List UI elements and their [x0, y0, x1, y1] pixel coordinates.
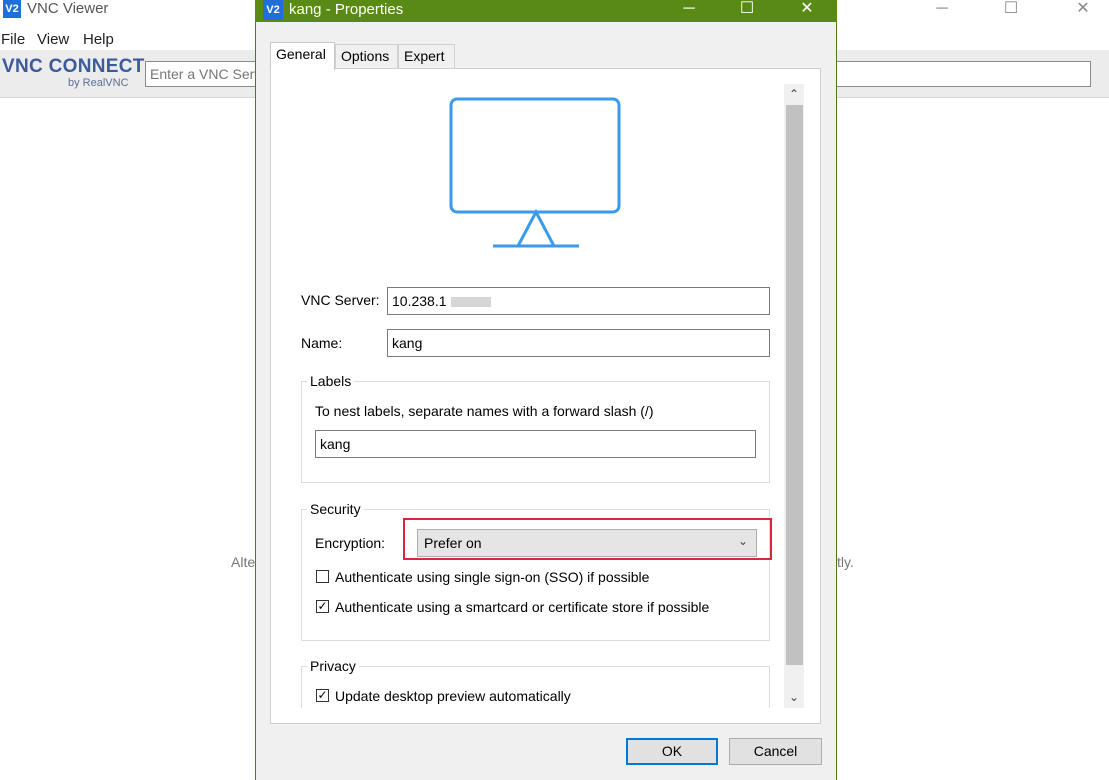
- name-label: Name:: [301, 335, 343, 351]
- annotation-highlight-box: [403, 518, 772, 560]
- name-field[interactable]: kang: [387, 329, 770, 357]
- update-preview-label[interactable]: Update desktop preview automatically: [335, 688, 571, 704]
- privacy-group-title: Privacy: [307, 658, 359, 674]
- tab-options[interactable]: Options: [335, 44, 398, 69]
- monitor-icon: [449, 97, 621, 248]
- maximize-icon[interactable]: ☐: [988, 0, 1034, 22]
- encryption-label: Encryption:: [315, 535, 386, 551]
- labels-field[interactable]: kang: [315, 430, 756, 458]
- ok-button[interactable]: OK: [626, 738, 718, 765]
- dialog-close-icon[interactable]: ✕: [784, 0, 830, 20]
- security-group-title: Security: [307, 501, 364, 517]
- viewer-title: VNC Viewer: [27, 0, 109, 17]
- viewer-hint-fragment-left: Alte: [231, 554, 256, 570]
- menu-view[interactable]: View: [37, 31, 69, 48]
- labels-group-title: Labels: [307, 373, 355, 389]
- labels-hint: To nest labels, separate names with a fo…: [315, 403, 654, 419]
- brand-logo: VNC CONNECT: [2, 56, 145, 77]
- dialog-maximize-icon[interactable]: ☐: [724, 0, 770, 20]
- vnc-server-label: VNC Server:: [301, 292, 380, 308]
- tab-general[interactable]: General: [270, 42, 335, 70]
- scroll-down-icon[interactable]: ⌄: [784, 687, 804, 707]
- sso-label[interactable]: Authenticate using single sign-on (SSO) …: [335, 569, 649, 585]
- tab-expert[interactable]: Expert: [398, 44, 455, 69]
- minimize-icon[interactable]: ─: [919, 0, 965, 22]
- menu-help[interactable]: Help: [83, 31, 114, 48]
- smartcard-checkbox[interactable]: ✓: [316, 600, 329, 613]
- smartcard-label[interactable]: Authenticate using a smartcard or certif…: [335, 599, 709, 615]
- vnc-app-icon: V2: [3, 0, 21, 18]
- menu-file[interactable]: File: [1, 31, 25, 48]
- scrollbar-thumb[interactable]: [786, 105, 803, 665]
- vnc-dialog-icon: V2: [263, 0, 283, 20]
- update-preview-checkbox[interactable]: ✓: [316, 689, 329, 702]
- dialog-minimize-icon[interactable]: ─: [666, 0, 712, 20]
- vnc-server-value: 10.238.1: [392, 293, 447, 309]
- brand-subtitle: by RealVNC: [68, 77, 129, 89]
- scroll-up-icon[interactable]: ⌃: [784, 84, 804, 104]
- redacted-blur: [451, 297, 492, 308]
- sso-checkbox[interactable]: [316, 570, 329, 583]
- close-icon[interactable]: ✕: [1060, 0, 1106, 22]
- vnc-server-field[interactable]: 10.238.1: [387, 287, 770, 315]
- cancel-button[interactable]: Cancel: [729, 738, 822, 765]
- dialog-title: kang - Properties: [289, 1, 404, 18]
